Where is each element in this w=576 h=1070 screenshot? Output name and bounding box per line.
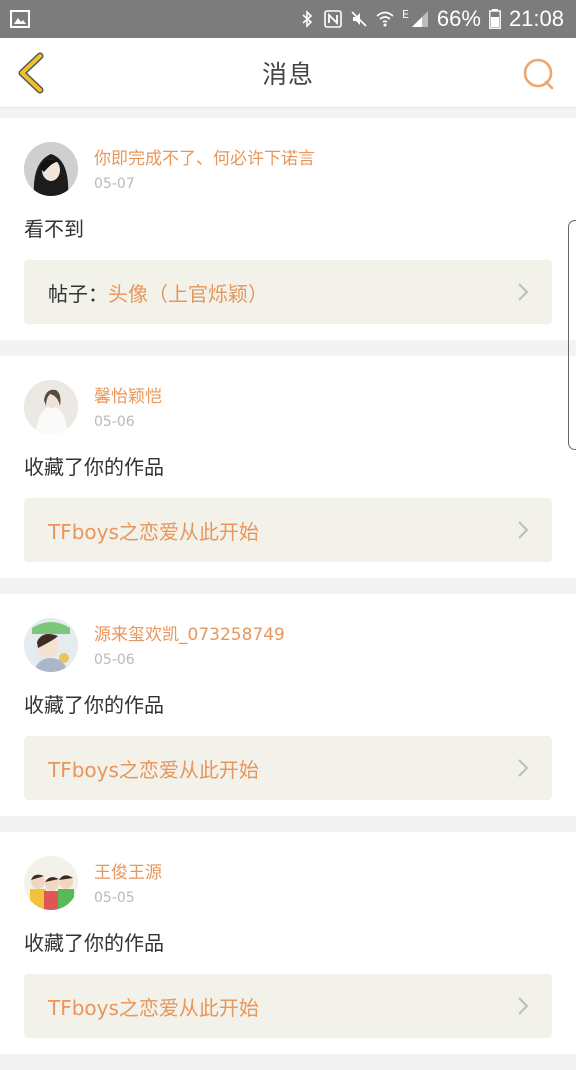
notification-card: 源来玺欢凯_073258749 05-06 收藏了你的作品 TFboys之恋爱从…	[0, 594, 576, 816]
post-prefix: 帖子：	[48, 281, 108, 306]
date: 05-05	[94, 890, 135, 906]
avatar[interactable]	[24, 618, 78, 672]
image-icon	[10, 10, 30, 28]
message-text: 收藏了你的作品	[24, 455, 164, 479]
notification-card: 馨怡颖恺 05-06 收藏了你的作品 TFboys之恋爱从此开始	[0, 356, 576, 578]
edge-panel-handle[interactable]	[568, 220, 576, 450]
mute-icon	[351, 11, 367, 27]
chevron-right-icon	[518, 521, 529, 539]
chevron-right-icon	[518, 759, 529, 777]
clock: 21:08	[508, 6, 564, 31]
username[interactable]: 源来玺欢凯_073258749	[94, 624, 285, 646]
post-title: TFboys之恋爱从此开始	[48, 519, 259, 544]
date: 05-07	[94, 176, 135, 192]
battery-icon	[489, 9, 501, 29]
message-text: 收藏了你的作品	[24, 931, 164, 955]
date: 05-06	[94, 414, 135, 430]
avatar[interactable]	[24, 142, 78, 196]
bluetooth-icon	[302, 10, 313, 28]
post-title: 头像（上官烁颖）	[108, 281, 268, 306]
username[interactable]: 你即完成不了、何必许下诺言	[94, 148, 315, 170]
message-text: 收藏了你的作品	[24, 693, 164, 717]
post-title: TFboys之恋爱从此开始	[48, 757, 259, 782]
status-bar: E 66% 21:08	[0, 0, 576, 38]
date: 05-06	[94, 652, 135, 668]
notification-card: 你即完成不了、何必许下诺言 05-07 看不到 帖子：头像（上官烁颖）	[0, 118, 576, 340]
post-link[interactable]: 帖子：头像（上官烁颖）	[24, 260, 552, 324]
chevron-right-icon	[518, 283, 529, 301]
chevron-right-icon	[518, 997, 529, 1015]
post-link[interactable]: TFboys之恋爱从此开始	[24, 974, 552, 1038]
avatar[interactable]	[24, 380, 78, 434]
page-title: 消息	[261, 59, 314, 89]
username[interactable]: 王俊王源	[94, 862, 162, 884]
username[interactable]: 馨怡颖恺	[94, 386, 162, 408]
post-title: TFboys之恋爱从此开始	[48, 995, 259, 1020]
back-button[interactable]	[12, 52, 48, 94]
search-icon[interactable]	[522, 57, 556, 91]
message-text: 看不到	[24, 217, 84, 241]
battery-percent: 66%	[436, 6, 481, 31]
network-type-label: E	[401, 8, 409, 21]
nfc-icon	[324, 10, 342, 28]
post-link[interactable]: TFboys之恋爱从此开始	[24, 736, 552, 800]
signal-icon	[411, 11, 428, 27]
app-header: 消息	[0, 38, 576, 108]
wifi-icon	[376, 11, 394, 27]
avatar[interactable]	[24, 856, 78, 910]
post-link[interactable]: TFboys之恋爱从此开始	[24, 498, 552, 562]
notification-card: 王俊王源 05-05 收藏了你的作品 TFboys之恋爱从此开始	[0, 832, 576, 1054]
notification-list: 你即完成不了、何必许下诺言 05-07 看不到 帖子：头像（上官烁颖） 馨怡颖恺…	[0, 118, 576, 1070]
